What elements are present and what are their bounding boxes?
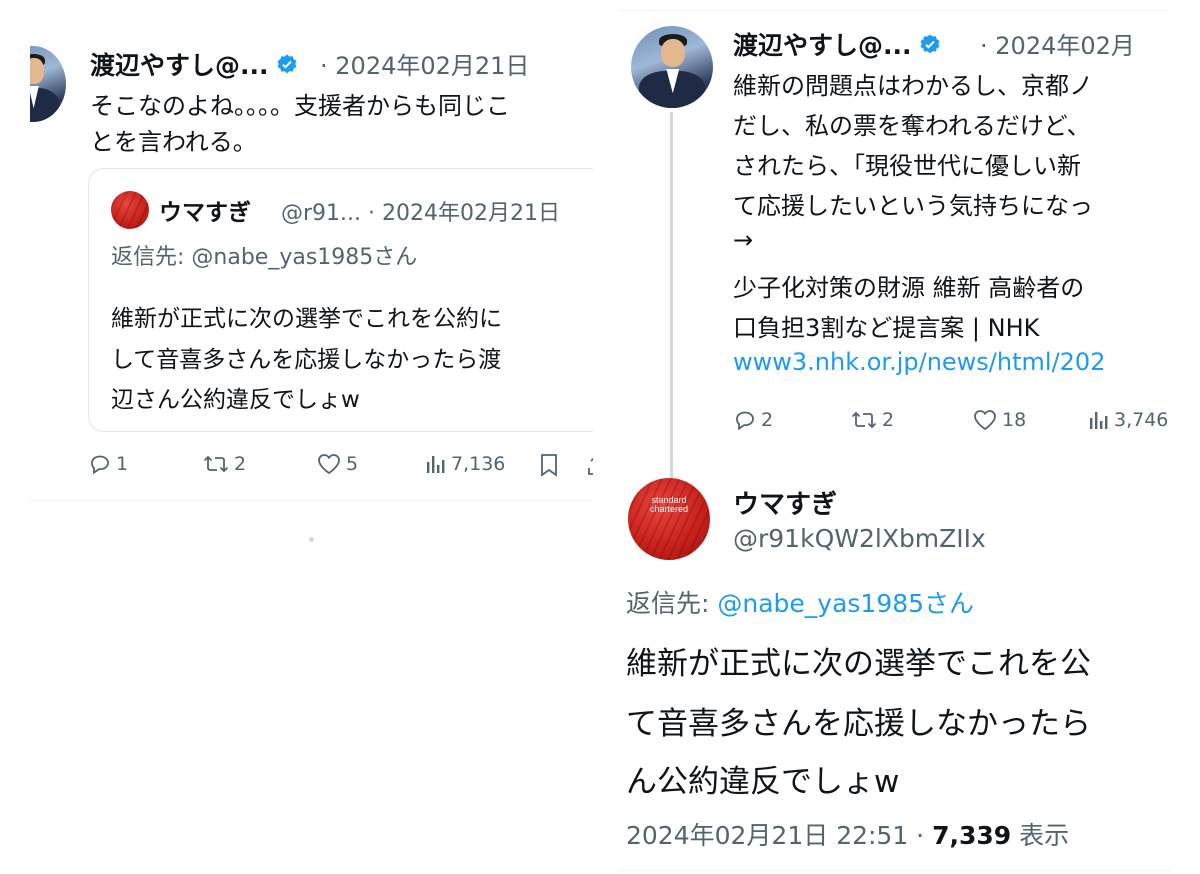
- like-button[interactable]: 18: [972, 408, 1026, 432]
- author-avatar[interactable]: [631, 26, 713, 108]
- reply-text-line: て音喜多さんを応援しなかったら: [626, 706, 1091, 742]
- like-button[interactable]: 5: [316, 452, 358, 476]
- reply-icon: [736, 411, 754, 431]
- left-tweet-panel: 渡辺やすし@... · 2024年02月21日 そこなのよね。。。。支援者からも…: [30, 30, 593, 505]
- share-button[interactable]: [586, 452, 593, 478]
- reply-icon: [91, 455, 109, 475]
- reply-author-avatar[interactable]: standard chartered: [628, 478, 710, 560]
- reply-timestamp[interactable]: 2024年02月21日 22:51 · 7,339 表示: [626, 816, 1069, 852]
- quoted-author-name: ウマすぎ: [159, 200, 251, 226]
- scroll-dot: [309, 537, 314, 542]
- retweet-button[interactable]: 2: [202, 452, 246, 476]
- heart-icon: [318, 454, 340, 475]
- author-name[interactable]: 渡辺やすし@...: [90, 46, 299, 82]
- tweet-text-line: だし、私の票を奪われるだけど、: [733, 112, 1091, 140]
- reply-text-line: ん公約違反でしょw: [626, 764, 900, 800]
- bookmark-icon: [541, 454, 557, 477]
- reply-text-line: 維新が正式に次の選挙でこれを公: [626, 646, 1091, 682]
- tweet-text-line: 少子化対策の財源 維新 高齢者の: [733, 274, 1085, 302]
- reply-author-handle[interactable]: @r91kQW2lXbmZIIx: [733, 524, 986, 553]
- quoted-text-line: 辺さん公約違反でしょw: [111, 387, 360, 413]
- reply-author-name[interactable]: ウマすぎ: [733, 484, 837, 521]
- tweet-divider: [30, 500, 593, 501]
- tweet-text-line: 口負担3割など提言案 | NHK: [733, 314, 1040, 342]
- author-name[interactable]: 渡辺やすし@...: [733, 26, 942, 62]
- quoted-text-line: して音喜多さんを応援しなかったら渡: [111, 347, 502, 373]
- author-avatar[interactable]: [30, 46, 66, 122]
- share-icon: [588, 457, 593, 475]
- analytics-icon: [1090, 412, 1108, 429]
- right-tweet-panel: 渡辺やすし@... · 2024年02月 維新の問題点はわかるし、京都ノ だし、…: [618, 10, 1170, 874]
- bookmark-button[interactable]: [538, 452, 560, 478]
- reply-to-handle[interactable]: @nabe_yas1985さん: [717, 589, 974, 618]
- view-count: 7,339: [932, 821, 1012, 850]
- retweet-button[interactable]: 2: [850, 408, 894, 432]
- top-divider: [618, 10, 1170, 11]
- heart-icon: [974, 410, 996, 431]
- tweet-date[interactable]: · 2024年02月: [980, 26, 1135, 61]
- tweet-text-line: されたら、「現役世代に優しい新: [733, 152, 1081, 180]
- bottom-divider: [618, 870, 1170, 871]
- views-button[interactable]: 7,136: [425, 452, 505, 476]
- analytics-icon: [427, 456, 445, 473]
- quoted-reply-to-handle[interactable]: @nabe_yas1985さん: [191, 245, 417, 270]
- quoted-author-handle: @r91... · 2024年02月21日: [281, 201, 561, 226]
- quoted-reply-to: 返信先: @nabe_yas1985さん: [111, 245, 418, 270]
- article-link[interactable]: www3.nhk.or.jp/news/html/202: [733, 348, 1105, 376]
- reply-button[interactable]: 1: [88, 452, 128, 476]
- tweet-text-line: て応援したいという気持ちになっ: [733, 192, 1093, 220]
- verified-badge-icon: [920, 34, 939, 54]
- tweet-text-line: →: [733, 226, 754, 254]
- tweet-text-line: そこなのよね。。。。支援者からも同じこ: [90, 92, 510, 120]
- quoted-tweet-card[interactable]: ウマすぎ @r91... · 2024年02月21日 返信先: @nabe_ya…: [88, 168, 593, 432]
- tweet-date[interactable]: · 2024年02月21日: [320, 46, 529, 81]
- avatar-logo-text: standard chartered: [649, 495, 688, 515]
- tweet-text-line: 維新の問題点はわかるし、京都ノ: [733, 72, 1093, 100]
- thread-connector-line: [670, 112, 673, 484]
- verified-badge-icon: [277, 54, 296, 74]
- tweet-text-line: とを言われる。: [90, 128, 257, 156]
- retweet-icon: [851, 411, 877, 429]
- views-button[interactable]: 3,746: [1088, 408, 1168, 432]
- reply-to-line: 返信先: @nabe_yas1985さん: [626, 589, 975, 618]
- reply-button[interactable]: 2: [733, 408, 773, 432]
- quoted-author-avatar: [111, 191, 149, 229]
- quoted-text-line: 維新が正式に次の選挙でこれを公約に: [111, 306, 502, 332]
- retweet-icon: [203, 455, 229, 473]
